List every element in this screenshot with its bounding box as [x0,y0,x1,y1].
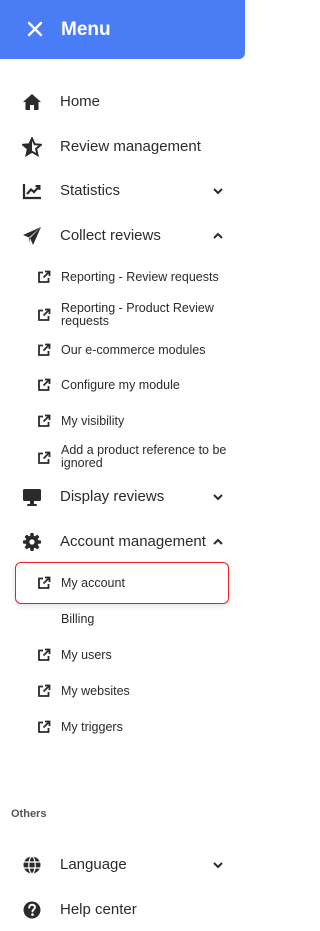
nav-label: Statistics [60,182,121,199]
external-link-icon [38,308,51,321]
home-icon [23,94,41,110]
external-link-icon [38,720,51,733]
sub-item-label: Our e-commerce modules [61,343,206,357]
nav-item-language[interactable]: Language [0,849,245,881]
sub-item-label: My websites [61,684,130,698]
nav-item-statistics[interactable]: Statistics [0,175,245,207]
sub-item-configure-module[interactable]: Configure my module [0,376,245,394]
nav-item-account-management[interactable]: Account management [0,526,245,558]
nav-label: Help center [60,901,137,918]
nav-label: Language [60,856,127,873]
menu-header: Menu [0,0,245,59]
sub-item-label: My users [61,648,112,662]
monitor-icon [23,489,41,506]
sub-item-label: Add a product reference to be ignored [61,443,227,470]
sub-item-label: Reporting - Product Review requests [61,301,214,328]
chevron-down-icon [213,188,223,195]
nav-label: Display reviews [60,488,165,505]
nav-label: Review management [60,138,201,155]
close-icon[interactable] [26,20,44,38]
sub-item-my-triggers[interactable]: My triggers [0,718,245,736]
external-link-icon [38,684,51,697]
globe-icon [23,855,41,875]
chevron-down-icon [213,494,223,501]
sub-item-label: Billing [61,612,95,626]
nav-item-display-reviews[interactable]: Display reviews [0,481,245,513]
nav-label: Account management [60,533,206,550]
chevron-up-icon [213,538,223,545]
paper-plane-icon [23,227,41,245]
star-icon [22,137,42,157]
external-link-icon [38,378,51,391]
sub-item-label: My visibility [61,414,125,428]
nav-item-help-center[interactable]: Help center [0,894,245,926]
chevron-down-icon [213,862,223,869]
sub-item-my-account[interactable]: My account [0,574,245,592]
help-circle-icon [23,901,41,919]
section-title-others: Others [11,808,47,820]
nav-item-collect-reviews[interactable]: Collect reviews [0,220,245,252]
external-link-icon [38,270,51,283]
sub-item-billing[interactable]: Billing [0,610,245,628]
external-link-icon [38,343,51,356]
nav-label: Home [60,93,101,110]
sub-item-my-visibility[interactable]: My visibility [0,412,245,430]
external-link-icon [38,451,51,464]
nav-item-review-management[interactable]: Review management [0,131,245,163]
sub-item-add-product-reference[interactable]: Add a product reference to be ignored [0,444,245,470]
nav-label: Collect reviews [60,227,161,244]
external-link-icon [38,648,51,661]
external-link-icon [38,414,51,427]
menu-title: Menu [61,19,111,40]
sub-item-ecommerce-modules[interactable]: Our e-commerce modules [0,341,245,359]
nav-item-home[interactable]: Home [0,86,245,118]
gear-icon [23,533,41,551]
sub-item-my-websites[interactable]: My websites [0,682,245,700]
sub-item-reporting-review-requests[interactable]: Reporting - Review requests [0,268,245,286]
chart-line-icon [22,184,41,200]
sub-item-label: My account [61,576,125,590]
sub-item-reporting-product-review-requests[interactable]: Reporting - Product Review requests [0,302,245,328]
chevron-up-icon [213,232,223,239]
sub-item-my-users[interactable]: My users [0,646,245,664]
sub-item-label: Reporting - Review requests [61,270,219,284]
sub-item-label: My triggers [61,720,123,734]
external-link-icon [38,576,51,589]
sub-item-label: Configure my module [61,378,180,392]
